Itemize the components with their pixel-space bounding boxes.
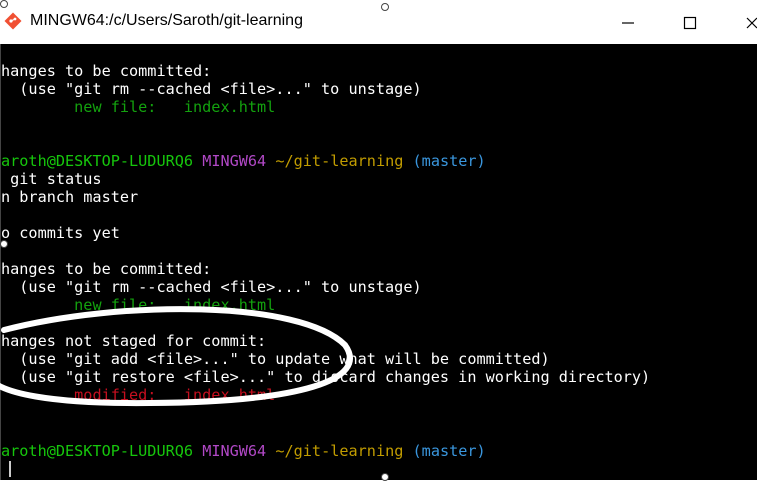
terminal-line: (use "git add <file>..." to update what … (1, 350, 550, 368)
terminal-line: new file: index.html (1, 296, 275, 314)
title-bar[interactable]: MINGW64:/c/Users/Saroth/git-learning (0, 0, 757, 45)
modified-file-entry: modified: index.html (74, 386, 276, 404)
git-branch: (master) (412, 442, 486, 460)
terminal-output[interactable]: hanges to be committed: (use "git rm --c… (0, 44, 757, 480)
shell-name: MINGW64 (202, 152, 267, 170)
staged-file-entry: new file: index.html (74, 296, 276, 314)
terminal-line: n branch master (1, 188, 139, 206)
terminal-line: hanges to be committed: (1, 62, 212, 80)
terminal-line: hanges not staged for commit: (1, 332, 267, 350)
terminal-line: o commits yet (1, 224, 120, 242)
command-line: git status (1, 170, 102, 188)
close-icon (746, 17, 757, 29)
minimize-icon (622, 22, 634, 24)
staged-file-entry: new file: index.html (74, 98, 276, 116)
terminal-line: hanges to be committed: (1, 260, 212, 278)
current-path: ~/git-learning (275, 152, 404, 170)
prompt-line: aroth@DESKTOP-LUDURQ6 MINGW64 ~/git-lear… (1, 152, 486, 170)
terminal-line: (use "git rm --cached <file>..." to unst… (1, 278, 422, 296)
git-bash-icon (4, 12, 22, 30)
terminal-line: (use "git rm --cached <file>..." to unst… (1, 80, 422, 98)
maximize-button[interactable] (670, 6, 710, 40)
text-cursor (9, 461, 11, 477)
resize-handle[interactable] (0, 0, 8, 8)
maximize-icon (683, 16, 697, 30)
user-host: aroth@DESKTOP-LUDURQ6 (1, 152, 194, 170)
git-branch: (master) (412, 152, 486, 170)
current-path: ~/git-learning (275, 442, 404, 460)
resize-handle[interactable] (381, 3, 389, 11)
terminal-line: new file: index.html (1, 98, 275, 116)
minimize-button[interactable] (608, 6, 648, 40)
close-button[interactable] (732, 6, 757, 40)
window-title: MINGW64:/c/Users/Saroth/git-learning (30, 12, 303, 29)
user-host: aroth@DESKTOP-LUDURQ6 (1, 442, 194, 460)
shell-name: MINGW64 (202, 442, 267, 460)
resize-handle[interactable] (0, 240, 8, 248)
terminal-line: (use "git restore <file>..." to discard … (1, 368, 651, 386)
prompt-line: aroth@DESKTOP-LUDURQ6 MINGW64 ~/git-lear… (1, 442, 486, 460)
terminal-line: modified: index.html (1, 386, 275, 404)
